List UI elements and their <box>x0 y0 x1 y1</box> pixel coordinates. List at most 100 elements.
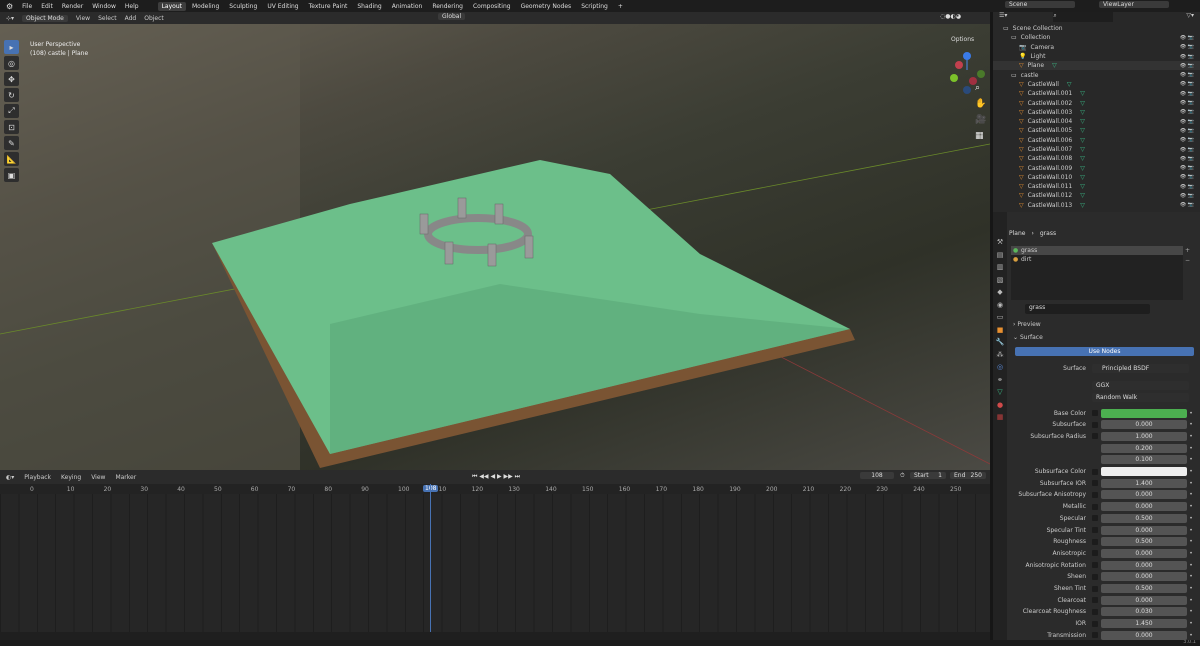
outliner-item[interactable]: ▽ CastleWall.011 ▽ 👁 📷 <box>993 182 1200 191</box>
value-slider[interactable]: 0.100 <box>1101 455 1187 465</box>
keyframe-dot-icon[interactable]: • <box>1187 573 1195 580</box>
visibility-eye-icon[interactable]: 👁 📷 <box>1180 119 1194 125</box>
mesh-data-icon[interactable]: ▽ <box>1080 137 1085 144</box>
socket-icon[interactable] <box>1092 632 1098 639</box>
keyframe-dot-icon[interactable]: • <box>1187 538 1195 545</box>
outliner-item[interactable]: ▽ CastleWall.001 ▽ 👁 📷 <box>993 89 1200 98</box>
keyframe-dot-icon[interactable]: • <box>1187 527 1195 534</box>
outliner-item[interactable]: ▽ CastleWall.007 ▽ 👁 📷 <box>993 145 1200 154</box>
mesh-data-icon[interactable]: ▽ <box>1080 155 1085 162</box>
value-slider[interactable]: 0.000 <box>1101 490 1187 500</box>
distribution-dropdown[interactable]: GGX <box>1092 380 1189 390</box>
surface-shader-field[interactable]: Principled BSDF <box>1092 363 1189 373</box>
ortho-grid-icon[interactable]: ▦ <box>975 128 986 144</box>
timeline-menu-view[interactable]: View <box>91 474 105 481</box>
3d-viewport[interactable]: Options ⌕ ✋ 🎥 ▦ <box>0 24 990 470</box>
outliner-item[interactable]: ▭ Collection 👁 📷 <box>993 33 1200 42</box>
tab-animation[interactable]: Animation <box>388 2 427 11</box>
outliner-item[interactable]: ▽ CastleWall.002 ▽ 👁 📷 <box>993 98 1200 107</box>
visibility-eye-icon[interactable]: 👁 📷 <box>1180 128 1194 134</box>
render-tab-icon[interactable]: ▤ <box>993 249 1007 262</box>
visibility-eye-icon[interactable]: 👁 📷 <box>1180 174 1194 180</box>
timeline-body[interactable] <box>0 494 990 632</box>
mesh-data-icon[interactable]: ▽ <box>1080 127 1085 134</box>
preview-panel-header[interactable]: › Preview <box>1013 321 1041 328</box>
outliner-item[interactable]: ▽ CastleWall.006 ▽ 👁 📷 <box>993 136 1200 145</box>
tab-scripting[interactable]: Scripting <box>577 2 612 11</box>
viewport-menu-view[interactable]: View <box>76 15 90 22</box>
tab-layout[interactable]: Layout <box>157 1 186 11</box>
world-tab-icon[interactable]: ◉ <box>993 299 1007 312</box>
mesh-data-icon[interactable]: ▽ <box>1080 118 1085 125</box>
socket-icon[interactable] <box>1092 421 1098 428</box>
keyframe-dot-icon[interactable]: • <box>1187 456 1195 463</box>
socket-icon[interactable] <box>1092 620 1098 627</box>
tab-rendering[interactable]: Rendering <box>428 2 467 11</box>
value-slider[interactable]: 0.000 <box>1101 572 1187 582</box>
mesh-data-icon[interactable]: ▽ <box>1067 81 1072 88</box>
timeline-ruler[interactable]: 0 10 20 30 40 50 60 70 80 90 100 110 120 130 140 150 160… <box>0 484 990 494</box>
editor-type-icon[interactable]: ⊹▾ <box>6 15 14 22</box>
outliner-item[interactable]: ▽ CastleWall.012 ▽ 👁 📷 <box>993 191 1200 200</box>
outliner-item[interactable]: ▽ CastleWall.008 ▽ 👁 📷 <box>993 154 1200 163</box>
visibility-eye-icon[interactable]: 👁 📷 <box>1180 147 1194 153</box>
mesh-data-icon[interactable]: ▽ <box>1080 183 1085 190</box>
use-nodes-button[interactable]: Use Nodes <box>1015 347 1194 356</box>
socket-icon[interactable] <box>1092 562 1098 569</box>
outliner-item[interactable]: ▽ CastleWall.003 ▽ 👁 📷 <box>993 108 1200 117</box>
keyframe-dot-icon[interactable]: • <box>1187 632 1195 639</box>
filter-icon[interactable]: ▽▾ <box>1186 12 1200 22</box>
shading-modes[interactable]: ◌●◐◕ <box>940 13 961 20</box>
mesh-data-icon[interactable]: ▽ <box>1080 202 1085 209</box>
tab-texture-paint[interactable]: Texture Paint <box>305 2 352 11</box>
keyframe-dot-icon[interactable]: • <box>1187 421 1195 428</box>
collection-tab-icon[interactable]: ▭ <box>993 311 1007 324</box>
add-slot-button[interactable]: + <box>1185 246 1190 256</box>
color-swatch[interactable] <box>1101 408 1187 418</box>
camera-view-icon[interactable]: 🎥 <box>975 112 986 128</box>
material-tab-icon[interactable]: ● <box>993 399 1007 412</box>
visibility-eye-icon[interactable]: 👁 📷 <box>1180 137 1194 143</box>
modifier-tab-icon[interactable]: 🔧 <box>993 336 1007 349</box>
value-slider[interactable]: 0.000 <box>1101 548 1187 558</box>
keyframe-dot-icon[interactable]: • <box>1187 410 1195 417</box>
outliner-item[interactable]: ▽ CastleWall.005 ▽ 👁 📷 <box>993 126 1200 135</box>
select-tool-icon[interactable]: ▸ <box>4 40 19 54</box>
tab--[interactable]: + <box>614 2 627 11</box>
move-tool-icon[interactable]: ✥ <box>4 72 19 86</box>
scale-tool-icon[interactable]: ⤢ <box>4 104 19 118</box>
physics-tab-icon[interactable]: ◎ <box>993 361 1007 374</box>
value-slider[interactable]: 0.000 <box>1101 525 1187 535</box>
visibility-eye-icon[interactable]: 👁 📷 <box>1180 91 1194 97</box>
tab-compositing[interactable]: Compositing <box>469 2 515 11</box>
menu-file[interactable]: File <box>22 3 32 10</box>
value-slider[interactable]: 1.450 <box>1101 619 1187 629</box>
visibility-eye-icon[interactable]: 👁 📷 <box>1180 44 1194 50</box>
transform-tool-icon[interactable]: ⊡ <box>4 120 19 134</box>
menu-render[interactable]: Render <box>62 3 83 10</box>
value-slider[interactable]: 0.000 <box>1101 630 1187 640</box>
socket-icon[interactable] <box>1092 480 1098 487</box>
menu-window[interactable]: Window <box>92 3 116 10</box>
outliner-item[interactable]: ▽ CastleWall ▽ 👁 📷 <box>993 80 1200 89</box>
viewport-menu-add[interactable]: Add <box>125 15 137 22</box>
outliner-item[interactable]: ▽ CastleWall.010 ▽ 👁 📷 <box>993 173 1200 182</box>
breadcrumb-object[interactable]: Plane <box>1009 230 1025 237</box>
socket-icon[interactable] <box>1092 410 1098 416</box>
value-slider[interactable]: 0.500 <box>1101 513 1187 523</box>
object-tab-icon[interactable]: ■ <box>993 324 1007 337</box>
mesh-data-icon[interactable]: ▽ <box>1080 146 1085 153</box>
timeline-scrollbar[interactable] <box>0 632 990 640</box>
value-slider[interactable]: 0.200 <box>1101 443 1187 453</box>
zoom-icon[interactable]: ⌕ <box>975 80 986 96</box>
mode-dropdown[interactable]: Object Mode <box>22 14 68 22</box>
visibility-eye-icon[interactable]: 👁 📷 <box>1180 165 1194 171</box>
socket-icon[interactable] <box>1092 538 1098 545</box>
visibility-eye-icon[interactable]: 👁 📷 <box>1180 156 1194 162</box>
socket-icon[interactable] <box>1092 608 1098 615</box>
mesh-data-icon[interactable]: ▽ <box>1080 165 1085 172</box>
tab-uv-editing[interactable]: UV Editing <box>263 2 302 11</box>
timeline-editor-icon[interactable]: ◐▾ <box>6 474 14 481</box>
constraints-tab-icon[interactable]: ⚭ <box>993 374 1007 387</box>
scene-tab-icon[interactable]: ◆ <box>993 286 1007 299</box>
